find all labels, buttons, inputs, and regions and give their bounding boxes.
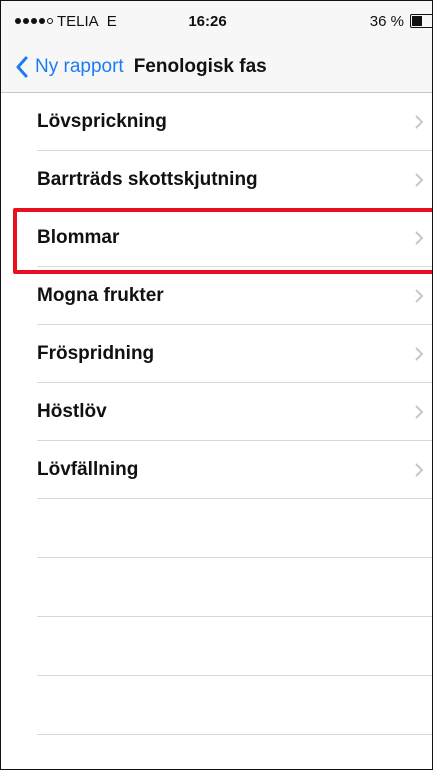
list-item-label: Barrträds skottskjutning <box>37 169 258 190</box>
phase-list: Lövsprickning Barrträds skottskjutning B… <box>1 93 432 735</box>
back-button-label: Ny rapport <box>35 55 124 77</box>
empty-row <box>1 617 432 676</box>
chevron-right-icon <box>415 231 424 245</box>
list-item-label: Blommar <box>37 227 120 248</box>
list-item-mogna-frukter[interactable]: Mogna frukter <box>1 267 432 325</box>
battery-indicator: 36 % <box>369 1 432 41</box>
battery-percent: 36 % <box>369 12 404 30</box>
chevron-right-icon <box>415 463 424 477</box>
list-item-label: Mogna frukter <box>37 285 164 306</box>
list-item-label: Fröspridning <box>37 343 155 364</box>
empty-row <box>1 676 432 735</box>
battery-fill <box>412 16 423 26</box>
phone-screen: TELIA E 16:26 36 % Ny rapport Fenologisk… <box>0 0 433 770</box>
navigation-bar: Ny rapport Fenologisk fas <box>1 41 432 93</box>
chevron-right-icon <box>415 405 424 419</box>
chevron-right-icon <box>415 289 424 303</box>
list-item-lovsprickning[interactable]: Lövsprickning <box>1 93 432 151</box>
back-button[interactable]: Ny rapport <box>15 56 124 78</box>
list-item-label: Höstlöv <box>37 401 107 422</box>
list-item-barrtrads-skottskjutning[interactable]: Barrträds skottskjutning <box>1 151 432 209</box>
list-item-frospridning[interactable]: Fröspridning <box>1 325 432 383</box>
list-item-label: Lövfällning <box>37 459 139 480</box>
chevron-right-icon <box>415 173 424 187</box>
chevron-left-icon <box>16 56 28 77</box>
empty-row <box>1 499 432 558</box>
battery-icon <box>410 14 432 28</box>
chevron-right-icon <box>415 347 424 361</box>
chevron-right-icon <box>415 115 424 129</box>
page-title: Fenologisk fas <box>133 55 267 77</box>
list-item-lovfallning[interactable]: Lövfällning <box>1 441 432 499</box>
clock-time: 16:26 <box>188 12 227 30</box>
list-item-hostlov[interactable]: Höstlöv <box>1 383 432 441</box>
list-item-label: Lövsprickning <box>37 111 167 132</box>
status-bar: TELIA E 16:26 36 % <box>1 1 432 41</box>
list-item-blommar[interactable]: Blommar <box>1 209 432 267</box>
empty-row <box>1 558 432 617</box>
